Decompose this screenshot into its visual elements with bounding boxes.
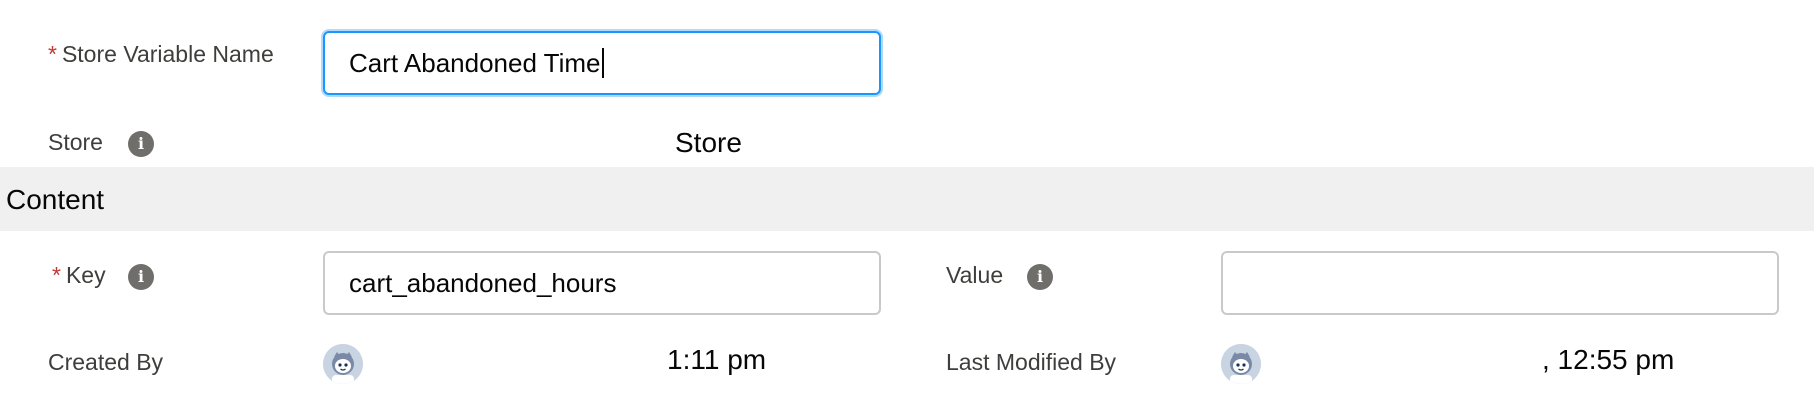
text-caret <box>601 48 604 79</box>
value-label: Value <box>946 262 1004 288</box>
required-marker: * <box>52 262 61 288</box>
store-value: Store <box>675 127 742 158</box>
store-variable-name-input[interactable]: Cart Abandoned Time <box>323 31 881 95</box>
store-variable-name-label: * Store Variable Name <box>48 40 278 68</box>
astro-avatar-icon <box>1221 344 1261 384</box>
astro-avatar-icon <box>323 344 363 384</box>
required-marker: * <box>48 41 57 67</box>
record-detail-form: * Store Variable Name Cart Abandoned Time… <box>0 0 1814 412</box>
created-by-label: Created By <box>48 349 164 375</box>
created-by-timestamp: 1:11 pm <box>667 344 767 375</box>
content-section-header[interactable]: Content <box>0 167 1814 231</box>
created-by-avatar[interactable] <box>323 344 363 384</box>
last-modified-by-timestamp: , 12:55 pm <box>1542 344 1675 375</box>
key-input[interactable]: cart_abandoned_hours <box>323 251 881 315</box>
store-label: Store <box>48 129 103 155</box>
key-value: cart_abandoned_hours <box>349 268 617 298</box>
store-variable-name-label-text: Store Variable Name <box>61 41 274 67</box>
last-modified-by-avatar[interactable] <box>1221 344 1261 384</box>
content-section-title: Content <box>6 184 105 215</box>
info-icon[interactable]: i <box>128 131 154 157</box>
info-icon[interactable]: i <box>1027 264 1053 290</box>
info-icon[interactable]: i <box>128 264 154 290</box>
store-variable-name-value: Cart Abandoned Time <box>349 48 601 78</box>
value-input[interactable] <box>1221 251 1779 315</box>
key-label-text: Key <box>65 262 106 288</box>
key-label: * Key <box>52 261 106 289</box>
last-modified-by-label: Last Modified By <box>946 349 1117 375</box>
